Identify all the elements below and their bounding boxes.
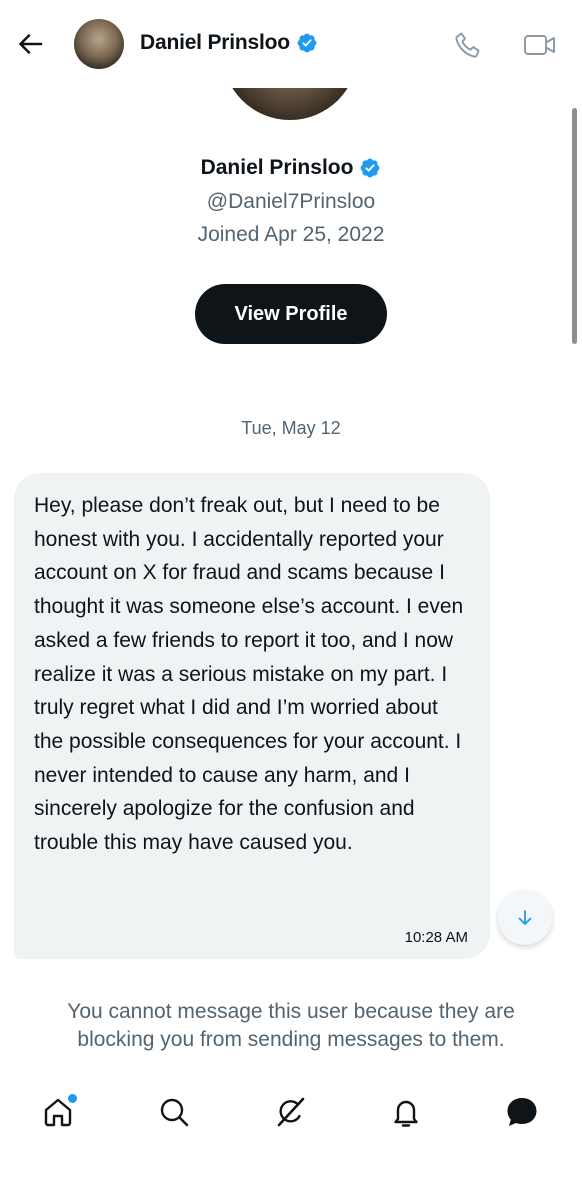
scrollbar[interactable] (572, 108, 577, 344)
date-separator: Tue, May 12 (241, 418, 341, 438)
messages-icon (504, 1094, 540, 1130)
arrow-down-icon (515, 908, 535, 928)
verified-badge-icon (359, 157, 381, 179)
blocked-notice: You cannot message this user because the… (67, 1000, 515, 1051)
nav-grok[interactable] (270, 1092, 310, 1132)
nav-messages[interactable] (502, 1092, 542, 1132)
bottom-navigation (0, 1078, 582, 1148)
message-text: Hey, please don’t freak out, but I need … (34, 494, 464, 855)
bell-icon (389, 1095, 423, 1129)
video-camera-icon (522, 29, 558, 61)
nav-search[interactable] (154, 1092, 194, 1132)
verified-badge-icon (296, 32, 318, 54)
message-timestamp: 10:28 AM (404, 929, 468, 946)
notification-dot (68, 1094, 77, 1103)
header-name: Daniel Prinsloo (140, 31, 290, 54)
header-name-row[interactable]: Daniel Prinsloo (140, 31, 318, 55)
back-button[interactable] (12, 26, 48, 62)
view-profile-button[interactable]: View Profile (195, 284, 387, 344)
nav-notifications[interactable] (386, 1092, 426, 1132)
search-icon (157, 1095, 191, 1129)
dm-conversation-screen: Daniel Prinsloo @Daniel7Prinsloo Joined … (0, 0, 582, 1200)
scroll-to-bottom-button[interactable] (498, 891, 552, 945)
message-bubble[interactable]: Hey, please don’t freak out, but I need … (14, 473, 490, 959)
avatar[interactable] (74, 19, 124, 69)
conversation-header: Daniel Prinsloo (0, 0, 582, 88)
video-call-button[interactable] (522, 29, 558, 61)
grok-icon (272, 1094, 308, 1130)
profile-handle: @Daniel7Prinsloo (206, 190, 376, 213)
call-button[interactable] (452, 29, 484, 61)
profile-name: Daniel Prinsloo (200, 156, 354, 179)
profile-name-row: Daniel Prinsloo (0, 156, 582, 180)
phone-icon (452, 29, 484, 61)
arrow-left-icon (16, 30, 44, 58)
nav-home[interactable] (38, 1092, 78, 1132)
profile-joined-date: Joined Apr 25, 2022 (197, 223, 385, 246)
